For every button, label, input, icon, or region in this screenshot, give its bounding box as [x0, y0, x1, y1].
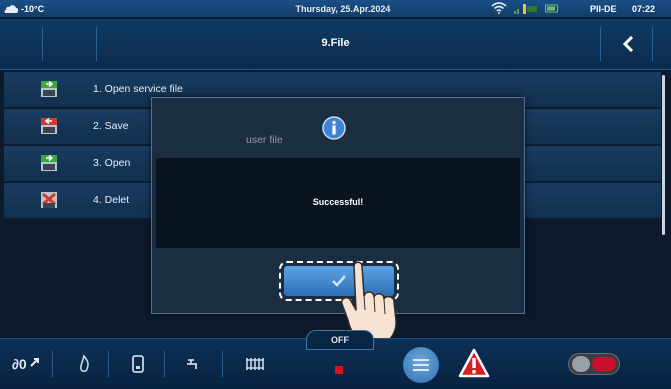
date-display: Thursday, 25.Apr.2024 [295, 4, 391, 14]
dialog-body: Successful! [156, 158, 520, 248]
battery-icon [545, 3, 559, 16]
menu-icon [413, 364, 429, 366]
mode-button[interactable]: ∂0 [4, 347, 44, 381]
boiler-button[interactable] [120, 347, 160, 381]
tap-water-button[interactable] [176, 347, 216, 381]
success-dialog: user file Successful! [151, 97, 525, 314]
toggle-off-indicator [592, 357, 616, 371]
flame-button[interactable] [66, 347, 106, 381]
temperature-value: -10°C [21, 4, 45, 14]
page-title: 9.File [321, 37, 350, 49]
header-divider [652, 27, 653, 61]
alarm-button[interactable] [458, 348, 492, 380]
header: 9.File [0, 19, 671, 70]
tap-icon [187, 359, 197, 369]
chevron-left-icon [622, 36, 634, 52]
list-item-label: 3. Open [93, 157, 131, 169]
menu-button[interactable] [403, 347, 439, 383]
background-text-fragment: user file [246, 134, 283, 146]
toolbar-divider [222, 351, 223, 377]
file-save-red-icon [40, 117, 58, 135]
list-item-label: 4. Delet [93, 194, 130, 206]
svg-text:∂0: ∂0 [12, 356, 27, 372]
back-button[interactable] [613, 27, 643, 61]
toolbar-divider [108, 351, 109, 377]
signal-icon [514, 2, 538, 17]
radiator-icon [246, 358, 264, 370]
language-indicator: PII-DE [590, 4, 617, 14]
menu-icon [413, 359, 429, 361]
toolbar-divider [52, 351, 53, 377]
file-delete-red-icon [40, 191, 58, 209]
clock: 07:22 [632, 4, 656, 14]
file-open-green-icon [40, 80, 58, 98]
bottom-toolbar: ∂0 OFF [0, 330, 671, 389]
list-item-label: 2. Save [93, 120, 129, 132]
file-open-green-icon [40, 154, 58, 172]
radiator-button[interactable] [236, 347, 276, 381]
on-off-toggle[interactable] [568, 353, 620, 375]
power-indicator [335, 366, 343, 374]
toggle-knob [572, 356, 590, 372]
dialog-message: Successful! [312, 197, 364, 207]
toolbar-divider [164, 351, 165, 377]
status-bar: -10°C Thursday, 25.Apr.2024 PII-DE 07:22 [0, 0, 671, 18]
outdoor-temperature: -10°C [4, 4, 44, 14]
scrollbar[interactable] [662, 75, 665, 235]
alarm-icon [458, 348, 490, 378]
mode-icon: ∂0 [12, 356, 39, 372]
power-status-tab[interactable]: OFF [306, 330, 374, 350]
flame-icon [79, 354, 89, 373]
header-divider [600, 27, 601, 61]
dialog-footer [152, 248, 524, 313]
list-item-label: 1. Open service file [93, 83, 183, 95]
dialog-header: user file [152, 98, 524, 158]
wifi-icon [491, 2, 507, 16]
boiler-icon [132, 355, 144, 373]
menu-icon [413, 369, 429, 371]
info-icon [322, 116, 346, 140]
cloud-icon [4, 5, 19, 13]
